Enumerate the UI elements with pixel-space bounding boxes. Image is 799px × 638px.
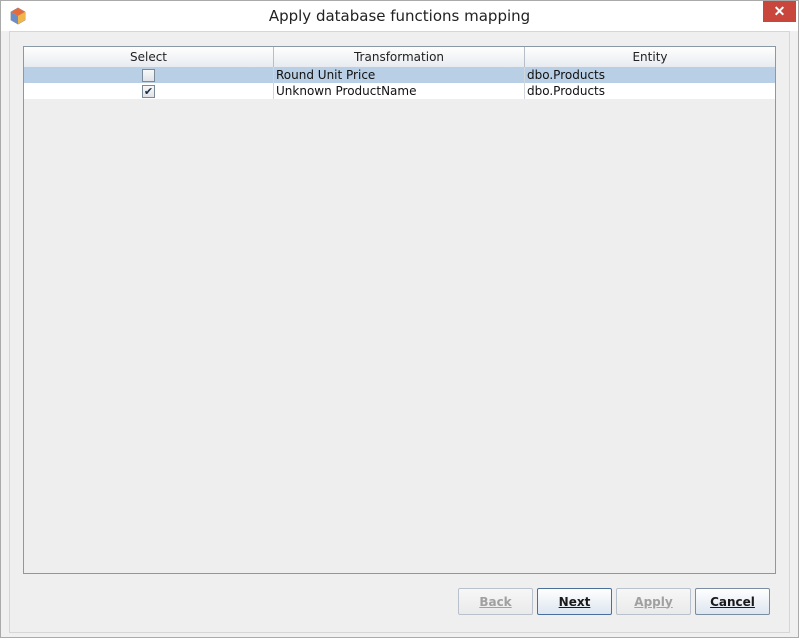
- cancel-button[interactable]: Cancel: [695, 588, 770, 615]
- column-header-entity[interactable]: Entity: [525, 47, 775, 67]
- table-body: Round Unit Price dbo.Products ✔ Unknown …: [24, 67, 775, 99]
- select-cell: [24, 67, 274, 83]
- column-header-select[interactable]: Select: [24, 47, 274, 67]
- transformation-cell: Unknown ProductName: [274, 83, 525, 99]
- table-row[interactable]: ✔ Unknown ProductName dbo.Products: [24, 83, 775, 99]
- title-bar[interactable]: Apply database functions mapping ✕: [1, 1, 798, 31]
- back-button[interactable]: Back: [458, 588, 533, 615]
- close-button[interactable]: ✕: [763, 1, 796, 22]
- window-title: Apply database functions mapping: [268, 7, 531, 25]
- entity-cell: dbo.Products: [527, 84, 605, 98]
- dialog-window: Apply database functions mapping ✕ Selec…: [0, 0, 799, 638]
- transformation-cell: Round Unit Price: [274, 67, 525, 83]
- entity-cell: dbo.Products: [527, 68, 605, 82]
- apply-button[interactable]: Apply: [616, 588, 691, 615]
- next-button[interactable]: Next: [537, 588, 612, 615]
- select-checkbox[interactable]: ✔: [142, 84, 155, 98]
- select-checkbox[interactable]: [142, 68, 155, 82]
- mapping-table: Select Transformation Entity Round Unit …: [23, 46, 776, 574]
- select-cell: ✔: [24, 83, 274, 99]
- table-row[interactable]: Round Unit Price dbo.Products: [24, 67, 775, 83]
- table-header: Select Transformation Entity: [24, 47, 775, 67]
- column-header-transformation[interactable]: Transformation: [274, 47, 525, 67]
